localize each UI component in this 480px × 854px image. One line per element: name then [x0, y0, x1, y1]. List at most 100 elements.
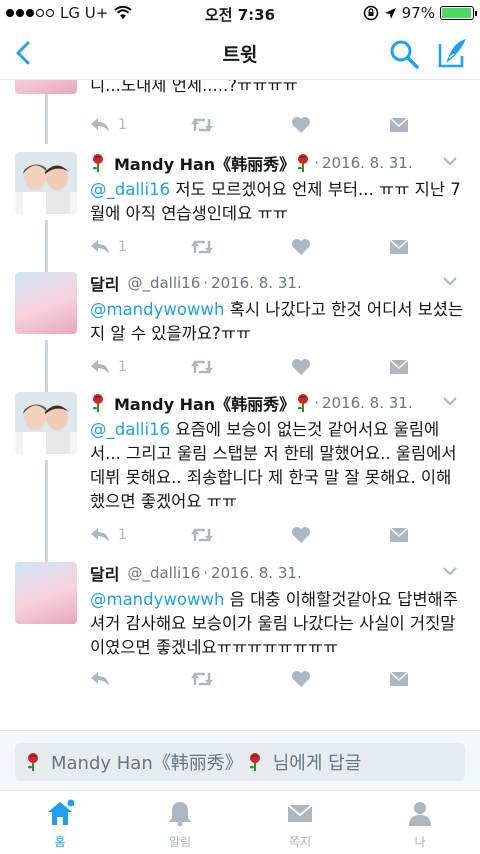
direct-message-icon[interactable] [389, 524, 409, 546]
battery-icon [440, 6, 477, 20]
tweet-author-name[interactable]: Mandy Han《韩丽秀》 [114, 391, 295, 415]
like-heart-icon[interactable] [291, 114, 311, 136]
tweet-actions [90, 668, 430, 690]
reply-button[interactable]: 1 [90, 356, 127, 378]
tweet-author-name[interactable]: 달리 [90, 561, 119, 585]
direct-message-icon[interactable] [389, 114, 409, 136]
chevron-down-icon[interactable] [443, 396, 457, 406]
like-heart-icon[interactable] [291, 668, 311, 690]
mention-link[interactable]: @_dalli16 [90, 180, 170, 199]
tweet-text: 니...노내제 언세.....?ㅠㅠㅠㅠ [90, 80, 298, 95]
bottom-tab-bar: 홈 알림 쪽지 나 [0, 790, 480, 854]
reply-button[interactable]: 1 [90, 524, 127, 546]
tweet-text: @mandywowwh 음 대충 이해할것같아요 답변해주셔거 감사해요 보승이… [90, 588, 465, 660]
reply-count: 1 [118, 359, 127, 375]
reply-count: 1 [118, 117, 127, 133]
tab-notifications[interactable]: 알림 [120, 791, 240, 854]
retweet-icon[interactable] [190, 236, 214, 258]
chevron-down-icon[interactable] [443, 566, 457, 576]
reply-target-name: Mandy Han《韩丽秀》 [51, 753, 243, 774]
tweet-date: 2016. 8. 31. [211, 274, 302, 292]
reply-icon [91, 672, 109, 686]
rose-emoji-icon [93, 154, 103, 172]
tweet-author-handle[interactable]: @_dalli16 [127, 564, 200, 582]
retweet-icon[interactable] [190, 524, 214, 546]
like-heart-icon[interactable] [291, 524, 311, 546]
separator-dot: · [203, 274, 209, 292]
chevron-down-icon[interactable] [443, 156, 457, 166]
retweet-icon[interactable] [190, 114, 214, 136]
direct-message-icon[interactable] [389, 356, 409, 378]
tweet-author-handle[interactable]: @_dalli16 [127, 274, 200, 292]
tab-messages[interactable]: 쪽지 [240, 791, 360, 854]
nav-bar: 트윗 [0, 26, 480, 80]
tweet-text: @mandywowwh 혹시 나갔다고 한것 어디서 보셨는지 알 수 있을까요… [90, 298, 465, 346]
tab-label: 알림 [168, 835, 192, 849]
avatar[interactable] [15, 392, 77, 454]
bell-icon [169, 802, 191, 827]
reply-composer-bar: Mandy Han《韩丽秀》 님에게 답글 [0, 730, 480, 790]
chevron-down-icon[interactable] [443, 276, 457, 286]
profile-icon [409, 802, 431, 826]
avatar[interactable] [15, 80, 77, 94]
tab-profile[interactable]: 나 [360, 791, 480, 854]
mention-link[interactable]: @_dalli16 [90, 420, 170, 439]
avatar[interactable] [15, 562, 77, 624]
tab-label: 나 [414, 835, 426, 849]
reply-icon [91, 360, 109, 374]
rose-emoji-icon [249, 753, 260, 771]
thread-connector [45, 460, 48, 566]
tweet-actions: 1 [90, 114, 430, 136]
like-heart-icon[interactable] [291, 356, 311, 378]
separator-dot: · [314, 154, 319, 172]
tweet-thread: 니...노내제 언세.....?ㅠㅠㅠㅠ 1 Mandy Han《韩丽秀》 · … [0, 80, 480, 700]
tweet-actions: 1 [90, 524, 430, 546]
envelope-icon [287, 804, 313, 822]
avatar[interactable] [15, 152, 77, 214]
battery-percent: 97% [401, 4, 435, 22]
avatar[interactable] [15, 272, 77, 334]
reply-placeholder-suffix: 님에게 답글 [272, 753, 362, 774]
tweet-actions: 1 [90, 236, 430, 258]
compose-tweet-icon[interactable] [436, 36, 470, 70]
reply-button[interactable]: 1 [90, 236, 127, 258]
rose-emoji-icon [28, 753, 38, 771]
reply-button[interactable] [90, 668, 118, 690]
tweet-date: 2016. 8. 31. [211, 564, 302, 582]
status-bar: LG U+ 오전 7:36 97% [0, 0, 480, 26]
battery-level-fill [442, 8, 472, 18]
reply-icon [91, 528, 109, 542]
reply-icon [91, 118, 109, 132]
rose-emoji-icon [298, 154, 309, 172]
tweet-actions: 1 [90, 356, 430, 378]
thread-connector [45, 220, 48, 276]
separator-dot: · [203, 564, 209, 582]
tab-label: 홈 [54, 835, 66, 849]
rotation-lock-icon [363, 5, 378, 21]
mention-link[interactable]: @mandywowwh [90, 590, 224, 609]
tweet-date: 2016. 8. 31. [321, 154, 413, 172]
rose-emoji-icon [298, 394, 309, 412]
tweet-author-name[interactable]: Mandy Han《韩丽秀》 [114, 151, 295, 175]
direct-message-icon[interactable] [389, 668, 409, 690]
retweet-icon[interactable] [190, 668, 214, 690]
tweet-text: @_dalli16 요즘에 보승이 없는것 같어서요 울림에서... 그리고 울… [90, 418, 465, 514]
reply-input[interactable]: Mandy Han《韩丽秀》 님에게 답글 [15, 743, 465, 781]
separator-dot: · [314, 394, 319, 412]
tab-label: 쪽지 [288, 835, 312, 849]
search-icon[interactable] [388, 38, 420, 70]
like-heart-icon[interactable] [291, 236, 311, 258]
reply-button[interactable]: 1 [90, 114, 127, 136]
mention-link[interactable]: @mandywowwh [90, 300, 224, 319]
reply-count: 1 [118, 239, 127, 255]
thread-connector [45, 340, 48, 396]
tab-home[interactable]: 홈 [0, 791, 120, 854]
direct-message-icon[interactable] [389, 236, 409, 258]
tweet-text: @_dalli16 저도 모르겠어요 언제 부터... ㅠㅠ 지난 7월에 아직… [90, 178, 465, 226]
retweet-icon[interactable] [190, 356, 214, 378]
rose-emoji-icon [93, 394, 103, 412]
tweet-author-name[interactable]: 달리 [90, 271, 119, 295]
home-icon [48, 799, 74, 825]
location-icon [384, 7, 396, 19]
tweet-date: 2016. 8. 31. [321, 394, 413, 412]
